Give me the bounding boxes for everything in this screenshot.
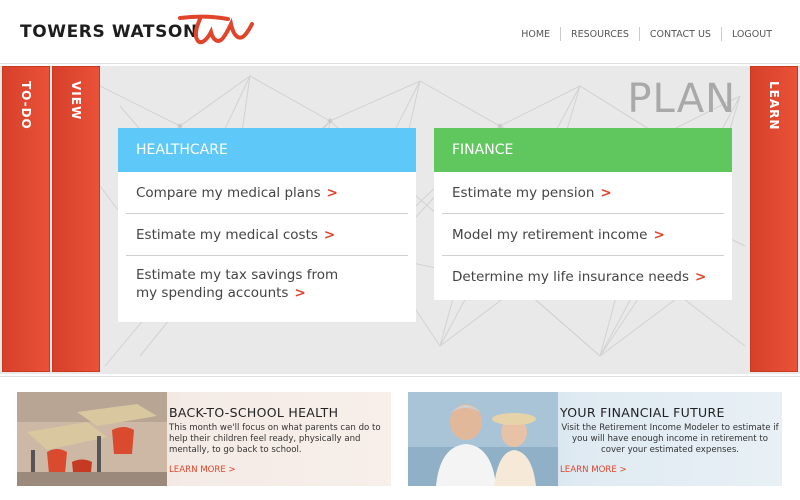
finance-heading: FINANCE bbox=[434, 128, 732, 172]
classroom-desks-image bbox=[17, 392, 167, 486]
chevron-right-icon: > bbox=[653, 226, 665, 243]
brand-name[interactable]: TOWERS WATSON bbox=[20, 22, 198, 42]
link-estimate-tax-savings[interactable]: Estimate my tax savings from my spending… bbox=[126, 256, 408, 320]
tab-view-label: VIEW bbox=[69, 81, 83, 121]
link-label: Model my retirement income bbox=[452, 226, 648, 243]
promo-back-to-school[interactable]: BACK-TO-SCHOOL HEALTH This month we'll f… bbox=[17, 392, 391, 486]
link-label-text: Estimate my tax savings from my spending… bbox=[136, 267, 339, 301]
tab-learn[interactable]: LEARN bbox=[750, 66, 798, 372]
healthcare-heading: HEALTHCARE bbox=[118, 128, 416, 172]
healthcare-card: HEALTHCARE Compare my medical plans > Est… bbox=[118, 128, 416, 322]
link-label: Compare my medical plans bbox=[136, 184, 321, 201]
finance-card: FINANCE Estimate my pension > Model my re… bbox=[434, 128, 732, 300]
plan-stage: TO-DO VIEW LEARN PLAN HEALTHCARE Compare… bbox=[0, 66, 800, 374]
chevron-right-icon: > bbox=[600, 184, 612, 201]
promo-text: Visit the Retirement Income Modeler to e… bbox=[561, 423, 779, 455]
tab-todo[interactable]: TO-DO bbox=[2, 66, 50, 372]
learn-more-link[interactable]: LEARN MORE > bbox=[560, 465, 627, 475]
retired-couple-image bbox=[408, 392, 558, 486]
chevron-right-icon: > bbox=[294, 285, 306, 301]
nav-resources[interactable]: RESOURCES bbox=[561, 29, 639, 40]
link-estimate-pension[interactable]: Estimate my pension > bbox=[442, 172, 724, 214]
link-label: Estimate my medical costs bbox=[136, 226, 318, 243]
promo-area: BACK-TO-SCHOOL HEALTH This month we'll f… bbox=[0, 376, 800, 500]
tab-learn-label: LEARN bbox=[767, 81, 781, 131]
link-compare-medical-plans[interactable]: Compare my medical plans > bbox=[126, 172, 408, 214]
tab-view[interactable]: VIEW bbox=[52, 66, 100, 372]
link-label: Determine my life insurance needs bbox=[452, 269, 690, 285]
tab-todo-label: TO-DO bbox=[19, 81, 33, 130]
page-title: PLAN bbox=[627, 76, 736, 122]
link-model-retirement-income[interactable]: Model my retirement income > bbox=[442, 214, 724, 256]
link-estimate-medical-costs[interactable]: Estimate my medical costs > bbox=[126, 214, 408, 256]
link-life-insurance-needs[interactable]: Determine my life insurance needs > bbox=[442, 256, 724, 298]
promo-text: This month we'll focus on what parents c… bbox=[169, 423, 381, 455]
top-nav: HOME RESOURCES CONTACT US LOGOUT bbox=[511, 27, 782, 41]
chevron-right-icon: > bbox=[323, 226, 336, 243]
promo-financial-future[interactable]: YOUR FINANCIAL FUTURE Visit the Retireme… bbox=[408, 392, 782, 486]
promo-title: BACK-TO-SCHOOL HEALTH bbox=[169, 405, 339, 420]
learn-more-link[interactable]: LEARN MORE > bbox=[169, 465, 236, 475]
nav-logout[interactable]: LOGOUT bbox=[722, 29, 782, 40]
chevron-right-icon: > bbox=[695, 269, 707, 285]
header: TOWERS WATSON HOME RESOURCES CONTACT US … bbox=[0, 0, 800, 64]
link-label: Estimate my tax savings from my spending… bbox=[136, 266, 346, 302]
link-label: Estimate my pension bbox=[452, 184, 595, 201]
tw-swoosh-logo-icon[interactable] bbox=[178, 14, 254, 48]
promo-title: YOUR FINANCIAL FUTURE bbox=[560, 405, 725, 420]
chevron-right-icon: > bbox=[326, 184, 338, 201]
nav-home[interactable]: HOME bbox=[511, 29, 560, 40]
nav-contact-us[interactable]: CONTACT US bbox=[640, 29, 721, 40]
